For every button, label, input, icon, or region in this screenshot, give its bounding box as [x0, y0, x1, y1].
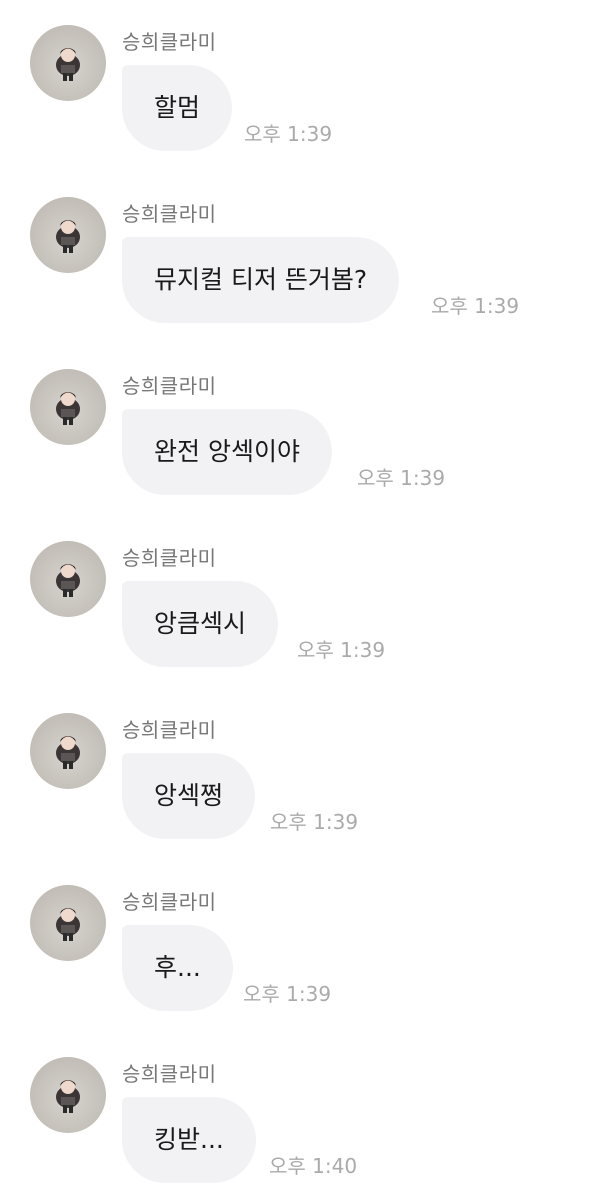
message-bubble[interactable]: 앙섹쩡 — [122, 753, 256, 839]
avatar[interactable] — [30, 25, 106, 101]
profile-photo-icon — [56, 220, 80, 253]
message-time: 오후 1:39 — [431, 294, 520, 318]
profile-photo-icon — [56, 564, 80, 597]
message-time: 오후 1:39 — [270, 810, 359, 834]
chat-message-list[interactable]: 승희클라미 할멈 오후 1:39 승희클라미 뮤지컬 티저 뜬거봄? 오후 1:… — [0, 0, 606, 1200]
message-row: 승희클라미 앙섹쩡 오후 1:39 — [0, 688, 606, 848]
sender-name: 승희클라미 — [122, 1062, 217, 1086]
message-bubble[interactable]: 킹받... — [122, 1097, 256, 1183]
profile-photo-icon — [56, 1080, 80, 1113]
profile-photo-icon — [56, 908, 80, 941]
avatar[interactable] — [30, 541, 106, 617]
profile-photo-icon — [56, 48, 80, 81]
sender-name: 승희클라미 — [122, 718, 217, 742]
profile-photo-icon — [56, 736, 80, 769]
profile-photo-icon — [56, 392, 80, 425]
avatar[interactable] — [30, 369, 106, 445]
message-row: 승희클라미 킹받... 오후 1:40 — [0, 1032, 606, 1192]
message-time: 오후 1:39 — [244, 122, 333, 146]
sender-name: 승희클라미 — [122, 546, 217, 570]
message-row: 승희클라미 앙큼섹시 오후 1:39 — [0, 516, 606, 676]
sender-name: 승희클라미 — [122, 374, 217, 398]
message-time: 오후 1:40 — [269, 1154, 358, 1178]
message-bubble[interactable]: 할멈 — [122, 65, 233, 151]
message-time: 오후 1:39 — [297, 638, 386, 662]
avatar[interactable] — [30, 197, 106, 273]
message-bubble[interactable]: 뮤지컬 티저 뜬거봄? — [122, 237, 400, 323]
sender-name: 승희클라미 — [122, 202, 217, 226]
message-bubble[interactable]: 앙큼섹시 — [122, 581, 279, 667]
avatar[interactable] — [30, 885, 106, 961]
message-row: 승희클라미 후... 오후 1:39 — [0, 860, 606, 1020]
sender-name: 승희클라미 — [122, 890, 217, 914]
avatar[interactable] — [30, 1057, 106, 1133]
message-bubble[interactable]: 완전 앙섹이야 — [122, 409, 332, 495]
message-bubble[interactable]: 후... — [122, 925, 233, 1011]
message-row: 승희클라미 뮤지컬 티저 뜬거봄? 오후 1:39 — [0, 172, 606, 332]
message-time: 오후 1:39 — [243, 982, 332, 1006]
message-time: 오후 1:39 — [357, 466, 446, 490]
message-row: 승희클라미 완전 앙섹이야 오후 1:39 — [0, 344, 606, 504]
message-row: 승희클라미 할멈 오후 1:39 — [0, 0, 606, 160]
sender-name: 승희클라미 — [122, 30, 217, 54]
avatar[interactable] — [30, 713, 106, 789]
